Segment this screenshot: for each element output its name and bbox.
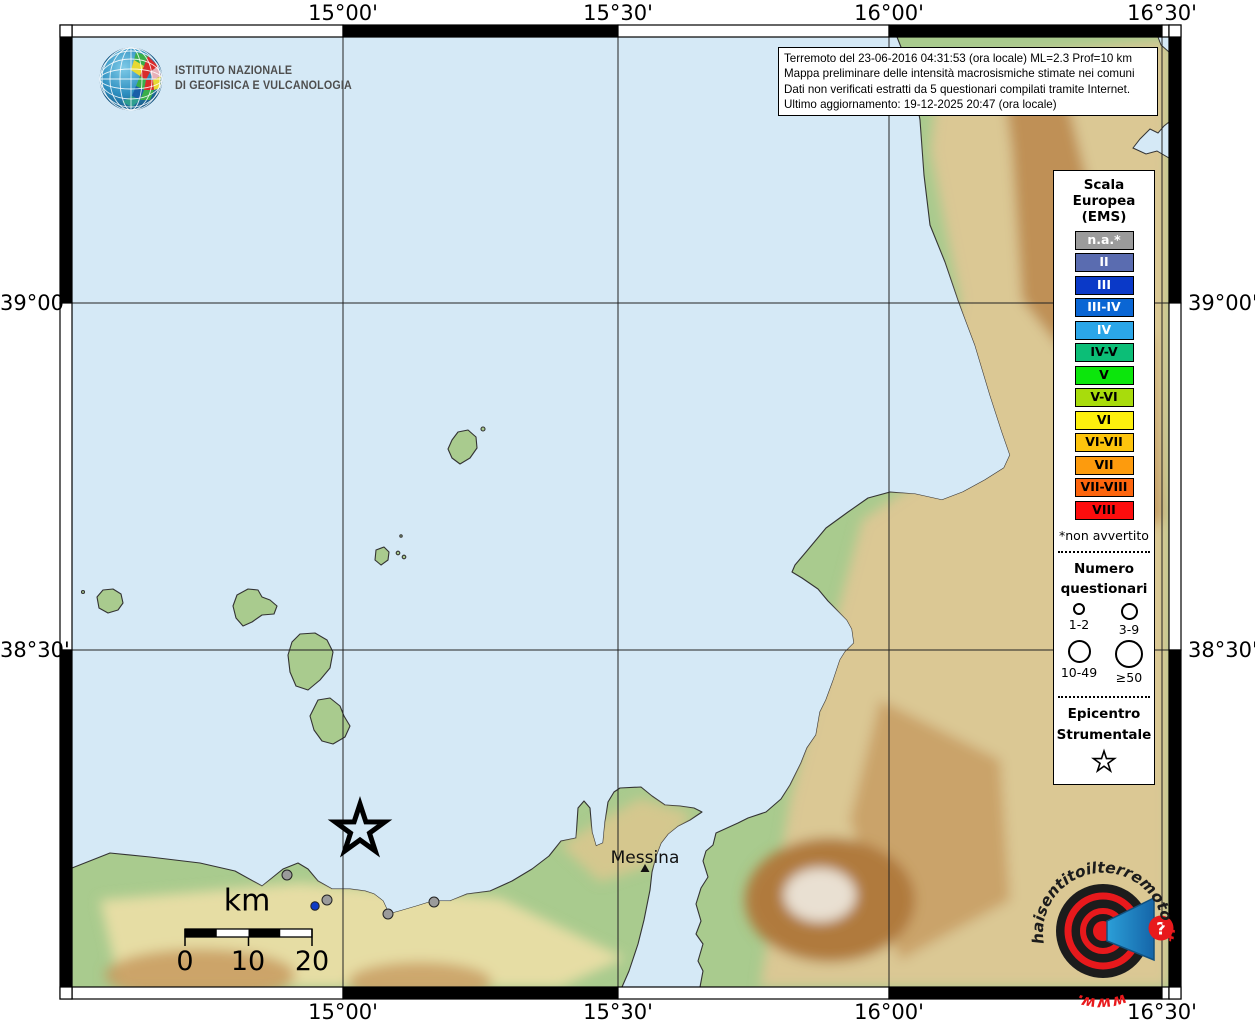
questionnaire-title-line2: questionari xyxy=(1054,579,1154,599)
logo-www-red: www. xyxy=(1073,990,1129,1008)
axis-label-lat: 38°30' xyxy=(0,638,56,662)
info-line-map-type: Mappa preliminare delle intensità macros… xyxy=(784,66,1152,81)
epicenter-legend-title: Epicentro Strumentale xyxy=(1054,704,1154,745)
intensity-dot-III xyxy=(311,902,319,910)
info-line-data-source: Dati non verificati estratti da 5 questi… xyxy=(784,82,1152,97)
size-key-label: 3-9 xyxy=(1119,622,1139,637)
axis-label-lon: 15°30' xyxy=(583,1,653,25)
intensity-dot-n.a. xyxy=(383,909,393,919)
axis-label-lon: 15°30' xyxy=(583,1000,653,1024)
logo-curved-www: www. xyxy=(1073,990,1129,1008)
size-key-item: 3-9 xyxy=(1104,603,1154,637)
intensity-swatch: IV-V xyxy=(1075,343,1134,362)
axis-label-lon: 16°00' xyxy=(854,1,924,25)
frame-corner xyxy=(60,25,72,37)
questionnaire-title-line1: Numero xyxy=(1054,559,1154,579)
haisentitoilterremoto-logo: ? haisentitoilterremoto.it www. xyxy=(1018,843,1203,1008)
intensity-swatch: III xyxy=(1075,276,1134,295)
intensity-dot-n.a. xyxy=(429,897,439,907)
scale-bar-unit: km xyxy=(224,884,271,919)
legend-divider xyxy=(1058,696,1150,698)
scale-bar-tick: 20 xyxy=(295,946,329,977)
scale-bar-tick: 10 xyxy=(231,946,265,977)
size-circle-icon xyxy=(1115,640,1143,668)
size-key-item: 1-2 xyxy=(1054,603,1104,637)
intensity-swatch: V-VI xyxy=(1075,388,1134,407)
intensity-swatch: V xyxy=(1075,366,1134,385)
info-line-event: Terremoto del 23-06-2016 04:31:53 (ora l… xyxy=(784,51,1152,66)
scale-bar-tick: 0 xyxy=(176,946,193,977)
questionnaire-count-title: Numero questionari xyxy=(1054,559,1154,600)
size-key-item: ≥50 xyxy=(1104,640,1154,685)
axis-label-lon: 16°00' xyxy=(854,1000,924,1024)
axis-label-lon: 15°00' xyxy=(308,1,378,25)
ingv-logo: ISTITUTO NAZIONALE DI GEOFISICA E VULCAN… xyxy=(98,46,365,112)
intensity-swatch: VIII xyxy=(1075,501,1134,520)
axis-label-lat: 39°00' xyxy=(1188,291,1255,315)
legend-title: Scala Europea (EMS) xyxy=(1054,178,1154,226)
legend-title-line3: (EMS) xyxy=(1054,210,1154,226)
size-circle-icon xyxy=(1121,603,1138,620)
legend-box: Scala Europea (EMS) n.a.* II III III-IV … xyxy=(1053,170,1155,785)
intensity-swatch: VI-VII xyxy=(1075,433,1134,452)
size-key-item: 10-49 xyxy=(1054,640,1104,685)
ingv-macroseismic-map-page: 15°00' 15°30' 16°00' 16°30' 15°00' 15°30… xyxy=(0,0,1255,1024)
islet xyxy=(402,555,406,559)
ingv-logo-text: ISTITUTO NAZIONALE DI GEOFISICA E VULCAN… xyxy=(175,64,352,94)
ingv-logo-line2: DI GEOFISICA E VULCANOLOGIA xyxy=(175,79,352,94)
epicenter-title-line1: Epicentro xyxy=(1054,704,1154,724)
info-line-updated: Ultimo aggiornamento: 19-12-2025 20:47 (… xyxy=(784,97,1152,112)
island-alicudi xyxy=(97,589,123,613)
intensity-swatch: VII xyxy=(1075,456,1134,475)
axis-label-lat: 39°00' xyxy=(0,291,56,315)
axis-label-lon: 15°00' xyxy=(308,1000,378,1024)
legend-footnote: *non avvertito xyxy=(1059,528,1152,543)
islet xyxy=(481,427,485,431)
intensity-dot-n.a. xyxy=(282,870,292,880)
intensity-swatch: VII-VIII xyxy=(1075,478,1134,497)
intensity-swatch: IV xyxy=(1075,321,1134,340)
size-circle-icon xyxy=(1073,603,1085,615)
axis-label-lon: 16°30' xyxy=(1127,1,1197,25)
intensity-swatch: III-IV xyxy=(1075,298,1134,317)
intensity-scale: n.a.* II III III-IV IV IV-V V V-VI VI VI… xyxy=(1054,231,1154,520)
axis-label-lat: 38°30' xyxy=(1188,638,1255,662)
intensity-swatch: n.a.* xyxy=(1075,231,1134,250)
intensity-dot-n.a. xyxy=(322,895,332,905)
frame-corner xyxy=(1169,25,1181,37)
size-key-label: ≥50 xyxy=(1116,670,1142,685)
ingv-globe-icon xyxy=(98,46,164,112)
islet xyxy=(82,591,85,594)
legend-title-line1: Scala xyxy=(1054,178,1154,194)
size-key-label: 1-2 xyxy=(1069,617,1089,632)
earthquake-info-box: Terremoto del 23-06-2016 04:31:53 (ora l… xyxy=(778,47,1158,116)
logo-name-red: .it xyxy=(1158,920,1177,942)
ingv-logo-line1: ISTITUTO NAZIONALE xyxy=(175,64,352,79)
size-circle-icon xyxy=(1068,640,1091,663)
epicenter-star-legend-icon xyxy=(1090,747,1118,775)
islet xyxy=(396,551,400,555)
frame-corner xyxy=(60,987,72,999)
islet xyxy=(400,535,402,537)
size-key-label: 10-49 xyxy=(1061,665,1097,680)
intensity-swatch: II xyxy=(1075,253,1134,272)
legend-divider xyxy=(1058,551,1150,553)
intensity-swatch: VI xyxy=(1075,411,1134,430)
legend-title-line2: Europea xyxy=(1054,194,1154,210)
epicenter-title-line2: Strumentale xyxy=(1054,725,1154,745)
questionnaire-size-key: 1-2 3-9 10-49 ≥50 xyxy=(1054,603,1154,688)
city-label-messina: Messina xyxy=(611,848,680,868)
